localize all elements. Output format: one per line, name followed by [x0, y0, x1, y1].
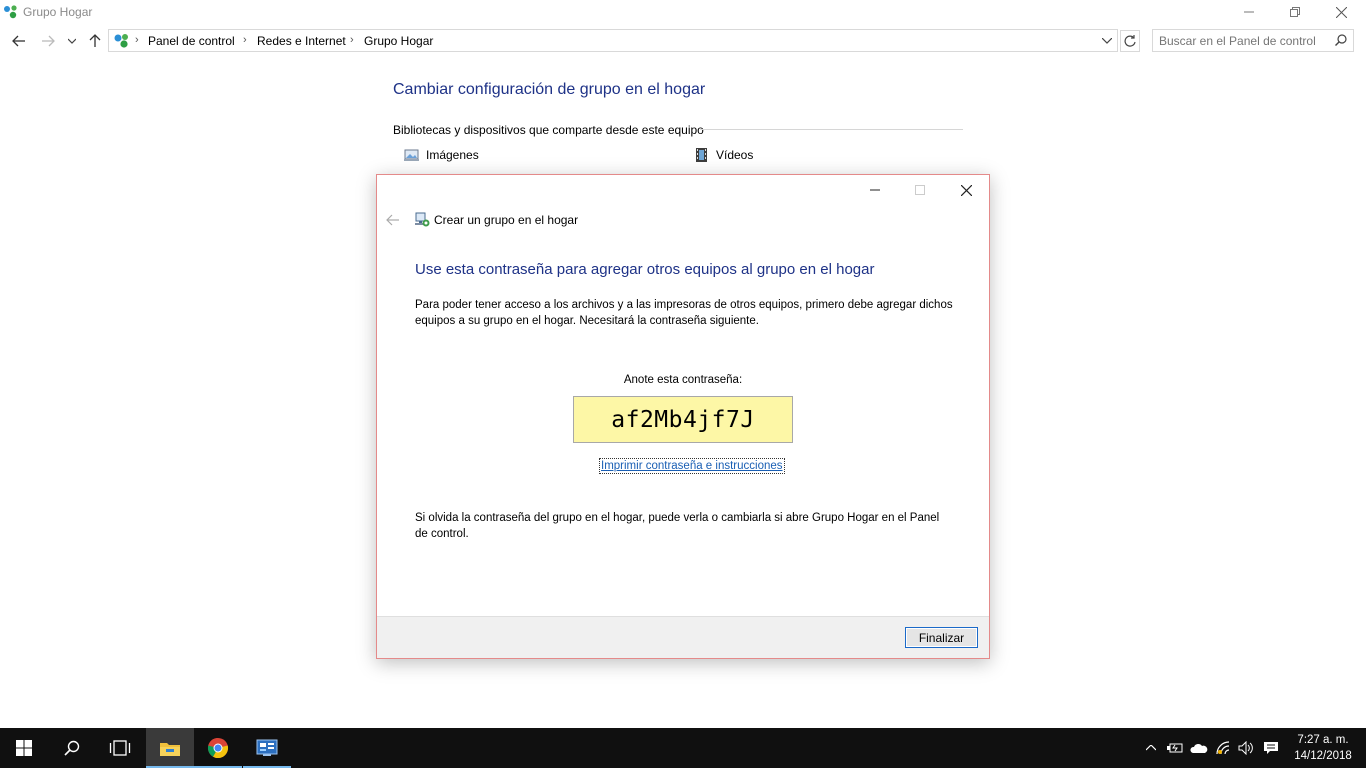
tray-network[interactable] — [1212, 728, 1234, 768]
breadcrumb-network-internet[interactable]: Redes e Internet — [257, 34, 346, 48]
shared-libraries-label: Bibliotecas y dispositivos que comparte … — [393, 123, 704, 137]
dialog-close-button[interactable] — [946, 179, 986, 201]
breadcrumb-homegroup[interactable]: Grupo Hogar — [364, 34, 433, 48]
pictures-icon — [404, 149, 419, 161]
restore-icon — [1290, 7, 1300, 17]
dialog-heading: Use esta contraseña para agregar otros e… — [415, 261, 875, 278]
homegroup-icon — [114, 34, 128, 48]
taskbar-chrome[interactable] — [194, 728, 242, 768]
arrow-right-icon — [42, 35, 55, 47]
breadcrumb-separator: › — [350, 34, 354, 46]
onedrive-icon — [1190, 743, 1208, 753]
password-value: af2Mb4jf7J — [611, 406, 755, 433]
dialog-title: Crear un grupo en el hogar — [434, 213, 579, 227]
file-explorer-icon — [160, 743, 180, 756]
start-icon — [16, 740, 32, 756]
recent-locations-button[interactable] — [62, 30, 82, 52]
window-titlebar: Grupo Hogar — [0, 0, 1366, 24]
show-hidden-icons-button[interactable] — [1142, 728, 1160, 768]
minimize-icon — [1244, 11, 1254, 13]
clock-time: 7:27 a. m. — [1297, 734, 1349, 746]
password-display: af2Mb4jf7J — [573, 396, 793, 443]
maximize-icon — [915, 185, 925, 195]
chevron-up-icon — [1146, 745, 1156, 751]
taskbar-search-button[interactable] — [48, 728, 96, 768]
library-item-label: Vídeos — [716, 148, 754, 162]
arrow-left-icon — [12, 35, 25, 47]
videos-icon — [696, 148, 707, 162]
search-input[interactable] — [1159, 33, 1329, 49]
library-item-videos: Vídeos — [694, 148, 753, 162]
minimize-icon — [870, 189, 880, 191]
section-divider — [700, 129, 963, 130]
taskbar-control-panel[interactable] — [243, 728, 291, 768]
homegroup-wizard-icon — [415, 212, 430, 227]
clock-date: 14/12/2018 — [1294, 750, 1352, 762]
close-icon — [960, 184, 972, 196]
tray-action-center[interactable] — [1260, 728, 1282, 768]
search-icon — [64, 740, 80, 756]
chevron-down-icon — [1102, 38, 1112, 44]
dialog-maximize-button[interactable] — [900, 179, 940, 201]
password-label: Anote esta contraseña: — [623, 374, 743, 386]
dialog-instructions: Para poder tener acceso a los archivos y… — [415, 299, 953, 327]
close-button[interactable] — [1318, 0, 1364, 24]
library-item-pictures: Imágenes — [404, 148, 479, 162]
volume-icon — [1238, 741, 1253, 755]
library-item-label: Imágenes — [426, 148, 479, 162]
minimize-button[interactable] — [1226, 0, 1272, 24]
window-title: Grupo Hogar — [23, 5, 93, 19]
task-view-button[interactable] — [96, 728, 144, 768]
finish-button[interactable]: Finalizar — [905, 627, 978, 648]
taskbar-clock[interactable]: 7:27 a. m. 14/12/2018 — [1288, 732, 1358, 764]
control-panel-icon — [256, 739, 278, 756]
search-box[interactable] — [1152, 29, 1354, 52]
dialog-footer: Finalizar — [377, 616, 989, 658]
breadcrumb-control-panel[interactable]: Panel de control — [148, 34, 235, 48]
taskbar: 7:27 a. m. 14/12/2018 — [0, 728, 1366, 768]
forward-button[interactable] — [38, 30, 58, 52]
tray-volume[interactable] — [1235, 728, 1257, 768]
search-icon — [1335, 34, 1347, 46]
up-button[interactable] — [85, 30, 105, 52]
address-dropdown-button[interactable] — [1099, 33, 1115, 49]
close-icon — [1335, 6, 1347, 18]
battery-charging-icon — [1167, 743, 1183, 753]
dialog-minimize-button[interactable] — [855, 179, 895, 201]
print-password-link[interactable]: Imprimir contraseña e instrucciones — [599, 458, 785, 474]
homegroup-icon — [4, 5, 17, 19]
notifications-icon — [1264, 742, 1278, 754]
breadcrumb-separator: › — [135, 34, 139, 46]
dialog-forgot-note: Si olvida la contraseña del grupo en el … — [415, 512, 940, 540]
page-heading: Cambiar configuración de grupo en el hog… — [393, 81, 706, 98]
wifi-icon — [1216, 741, 1230, 755]
refresh-button[interactable] — [1120, 30, 1140, 52]
tray-battery[interactable] — [1164, 728, 1186, 768]
arrow-up-icon — [89, 34, 101, 47]
back-button[interactable] — [9, 30, 29, 52]
restore-button[interactable] — [1272, 0, 1318, 24]
chevron-down-icon — [68, 38, 76, 44]
refresh-icon — [1124, 35, 1136, 47]
dialog-back-arrow-icon[interactable] — [385, 212, 401, 228]
task-view-icon — [109, 740, 131, 756]
chrome-icon — [207, 738, 229, 759]
navigation-bar: › Panel de control › Redes e Internet › … — [0, 28, 1366, 54]
create-homegroup-dialog: Crear un grupo en el hogar Use esta cont… — [376, 174, 990, 659]
address-bar[interactable]: › Panel de control › Redes e Internet › … — [108, 29, 1118, 52]
start-button[interactable] — [0, 728, 48, 768]
taskbar-file-explorer[interactable] — [146, 728, 194, 768]
tray-onedrive[interactable] — [1188, 728, 1210, 768]
breadcrumb-separator: › — [243, 34, 247, 46]
